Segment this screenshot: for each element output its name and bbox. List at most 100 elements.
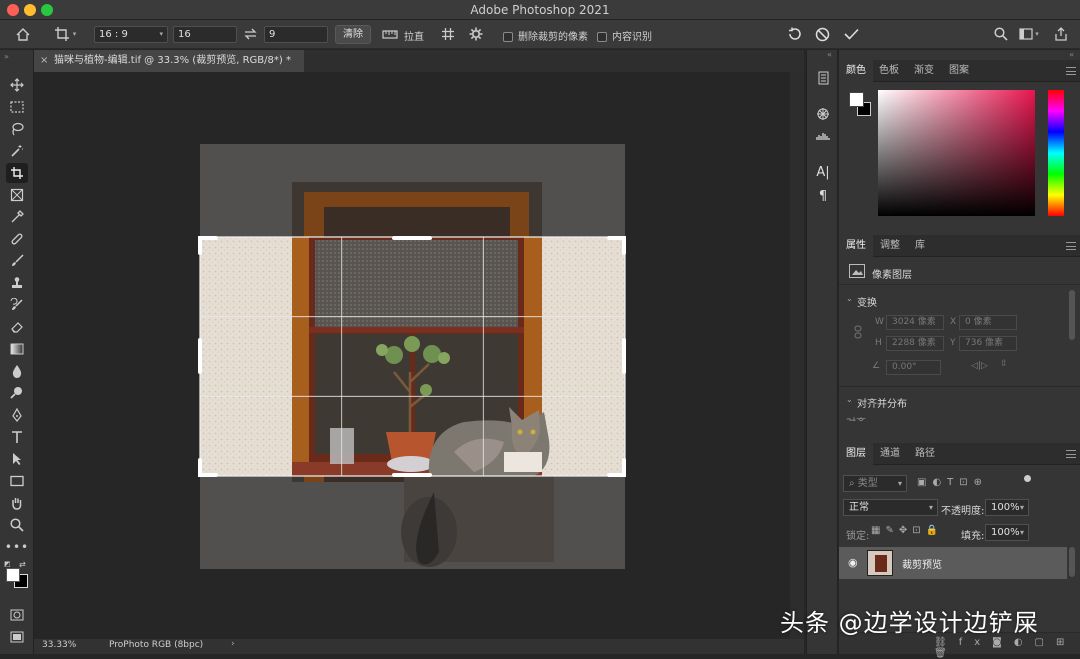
lock-icons[interactable]: ▦✎✥⊡🔒	[871, 525, 943, 536]
width-field[interactable]: 3024 像素	[886, 315, 944, 330]
swap-icon[interactable]	[240, 24, 260, 44]
opacity-field[interactable]: 100% ▾	[985, 499, 1029, 516]
layers-panel-menu-icon[interactable]	[1066, 450, 1076, 458]
tab-channels[interactable]: 通道	[873, 443, 907, 465]
marquee-tool-icon[interactable]	[6, 97, 28, 117]
straighten-label[interactable]: 拉直	[404, 28, 424, 43]
commit-check-icon[interactable]	[841, 24, 861, 44]
layer-filter-select[interactable]: ⌕ 类型 ▾	[843, 475, 907, 492]
tab-libraries[interactable]: 库	[908, 235, 932, 257]
delete-cropped-pixels-checkbox[interactable]: 删除裁剪的像素	[503, 28, 588, 43]
share-icon[interactable]	[1051, 24, 1071, 44]
visibility-eye-icon[interactable]: ◉	[848, 556, 858, 569]
collapse-strip-icon[interactable]: «	[827, 50, 832, 59]
fill-field[interactable]: 100% ▾	[985, 524, 1029, 541]
clear-button[interactable]: 清除	[335, 25, 371, 44]
gear-icon[interactable]	[466, 24, 486, 44]
dodge-tool-icon[interactable]	[6, 383, 28, 403]
tab-adjustments[interactable]: 调整	[873, 235, 907, 257]
grid-overlay-icon[interactable]	[438, 24, 458, 44]
ratio-select[interactable]: 16 : 9 ▾	[94, 26, 168, 43]
histogram-panel-icon[interactable]	[813, 126, 833, 146]
path-selection-tool-icon[interactable]	[6, 449, 28, 469]
layer-row[interactable]: ◉ 裁剪预览	[839, 547, 1067, 579]
hue-slider[interactable]	[1048, 90, 1064, 216]
crop-tool-preset-icon[interactable]: ▾	[48, 24, 82, 44]
eraser-tool-icon[interactable]	[6, 317, 28, 337]
tab-properties[interactable]: 属性	[839, 235, 873, 257]
gradient-tool-icon[interactable]	[6, 339, 28, 359]
home-icon[interactable]	[12, 24, 34, 44]
properties-scrollbar[interactable]	[1069, 290, 1075, 340]
link-icon[interactable]	[854, 325, 862, 342]
navigator-panel-icon[interactable]	[813, 104, 833, 124]
screen-mode-icon[interactable]	[6, 627, 28, 647]
crop-height-field[interactable]: 9	[264, 26, 328, 43]
color-panel-menu-icon[interactable]	[1066, 67, 1076, 75]
content-aware-checkbox[interactable]: 内容识别	[597, 28, 652, 43]
color-swatches[interactable]: ◩ ⇄	[4, 560, 30, 600]
tab-color[interactable]: 颜色	[839, 60, 873, 82]
blur-tool-icon[interactable]	[6, 361, 28, 381]
angle-field[interactable]: 0.00°	[886, 360, 941, 375]
zoom-tool-icon[interactable]	[6, 515, 28, 535]
tab-swatches[interactable]: 色板	[872, 60, 906, 82]
hand-tool-icon[interactable]	[6, 493, 28, 513]
document-profile[interactable]: ProPhoto RGB (8bpc)	[109, 640, 203, 650]
tab-paths[interactable]: 路径	[908, 443, 942, 465]
chevron-down-icon[interactable]: ⌄	[846, 294, 853, 303]
workspace-icon[interactable]: ▾	[1017, 24, 1041, 44]
frame-tool-icon[interactable]	[6, 185, 28, 205]
close-tab-icon[interactable]: ×	[40, 50, 48, 72]
canvas-area[interactable]	[34, 72, 804, 639]
type-tool-icon[interactable]	[6, 427, 28, 447]
x-field[interactable]: 0 像素	[959, 315, 1017, 330]
align-section-title[interactable]: 对齐并分布	[857, 395, 907, 410]
blend-mode-select[interactable]: 正常 ▾	[843, 499, 938, 516]
crop-width-field[interactable]: 16	[173, 26, 237, 43]
magic-wand-tool-icon[interactable]	[6, 141, 28, 161]
document-tab[interactable]: × 猫咪与植物-编辑.tif @ 33.3% (裁剪预览, RGB/8*) *	[34, 50, 304, 72]
fg-bg-swatch[interactable]	[849, 92, 873, 118]
transform-section-title[interactable]: 变换	[857, 294, 877, 309]
layer-footer-icons[interactable]: ⛓fx◙◐▢⊞🗑	[934, 637, 1080, 659]
brush-tool-icon[interactable]	[6, 251, 28, 271]
chevron-down-icon-2[interactable]: ⌄	[846, 395, 853, 404]
saturation-brightness-field[interactable]	[878, 90, 1035, 216]
zoom-level[interactable]: 33.33%	[42, 640, 76, 650]
crop-tool-icon[interactable]	[6, 163, 28, 183]
eyedropper-tool-icon[interactable]	[6, 207, 28, 227]
search-icon[interactable]	[991, 24, 1011, 44]
reset-icon[interactable]	[784, 24, 804, 44]
healing-brush-tool-icon[interactable]	[6, 229, 28, 249]
history-brush-tool-icon[interactable]	[6, 295, 28, 315]
status-menu-arrow-icon[interactable]: ›	[231, 639, 235, 649]
layer-filter-icons[interactable]: ▣◐T⊡⊕	[917, 477, 988, 488]
filter-toggle-icon[interactable]	[1024, 475, 1031, 482]
rectangle-tool-icon[interactable]	[6, 471, 28, 491]
flip-horizontal-icon[interactable]: ◁|▷	[971, 361, 988, 371]
flip-vertical-icon[interactable]: ⇳	[1000, 359, 1008, 369]
history-panel-icon[interactable]	[813, 68, 833, 88]
tab-gradients[interactable]: 渐变	[907, 60, 941, 82]
lasso-tool-icon[interactable]	[6, 119, 28, 139]
properties-panel-menu-icon[interactable]	[1066, 242, 1076, 250]
tab-patterns[interactable]: 图案	[942, 60, 976, 82]
collapse-toolbar-icon[interactable]: »	[4, 52, 9, 61]
clone-stamp-tool-icon[interactable]	[6, 273, 28, 293]
canvas-vertical-scrollbar[interactable]	[790, 72, 804, 639]
quick-mask-icon[interactable]	[6, 605, 28, 625]
y-field[interactable]: 736 像素	[959, 336, 1017, 351]
layers-scrollbar[interactable]	[1069, 547, 1075, 577]
tab-layers[interactable]: 图层	[839, 443, 873, 465]
move-tool-icon[interactable]	[6, 75, 28, 95]
layer-name[interactable]: 裁剪预览	[902, 556, 942, 571]
cancel-icon[interactable]	[812, 24, 832, 44]
straighten-icon[interactable]	[380, 24, 400, 44]
crop-preview-image[interactable]	[34, 72, 790, 639]
height-field[interactable]: 2288 像素	[886, 336, 944, 351]
more-tools-icon[interactable]: •••	[5, 537, 28, 557]
character-panel-icon[interactable]: A|	[813, 162, 833, 182]
collapse-panels-icon[interactable]: «	[1069, 50, 1074, 59]
pen-tool-icon[interactable]	[6, 405, 28, 425]
